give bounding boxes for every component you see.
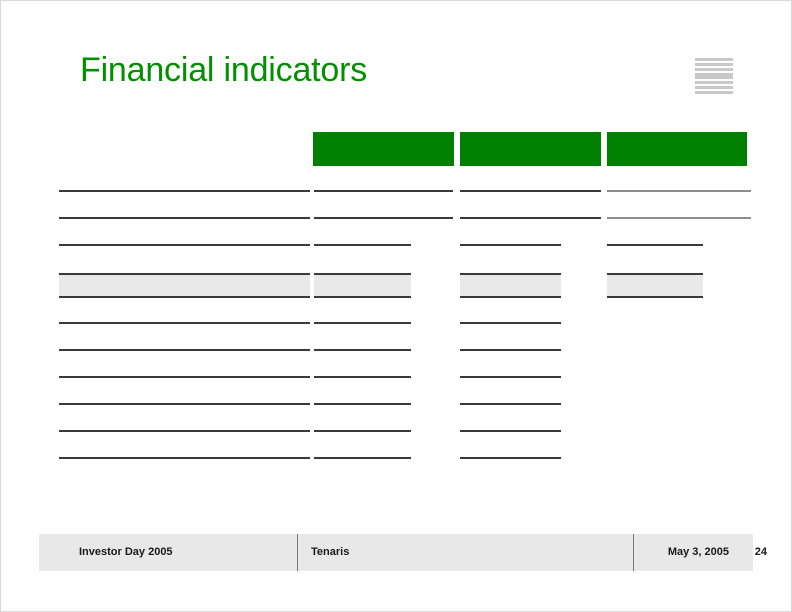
- row-5-rule-3: [460, 322, 561, 324]
- row-10-rule-3: [460, 457, 561, 459]
- footer-divider-1: [297, 534, 298, 571]
- slide-footer: Investor Day 2005 Tenaris May 3, 2005 24: [39, 534, 767, 571]
- row-2-rule-3: [460, 217, 601, 219]
- row-5-rule-2: [314, 322, 411, 324]
- row-3-rule-2: [314, 244, 411, 246]
- row-8-rule-3: [460, 403, 561, 405]
- row-9-rule-2: [314, 430, 411, 432]
- row-7-rule-1: [59, 376, 310, 378]
- row-2-rule-2: [314, 217, 453, 219]
- footer-date-label: May 3, 2005: [667, 546, 729, 558]
- row-10-rule-2: [314, 457, 411, 459]
- row-9-rule-3: [460, 430, 561, 432]
- row-2-rule-1: [59, 217, 310, 219]
- table-header-bar-1: [313, 132, 454, 166]
- row-1-rule-3: [460, 190, 601, 192]
- footer-company-label: Tenaris: [311, 546, 350, 558]
- row-7-rule-3: [460, 376, 561, 378]
- row-1-rule-1: [59, 190, 310, 192]
- row-6-rule-3: [460, 349, 561, 351]
- row-9-rule-1: [59, 430, 310, 432]
- row-3-rule-4: [607, 244, 703, 246]
- table-header-bar-2: [460, 132, 601, 166]
- row-5-rule-1: [59, 322, 310, 324]
- financial-indicators-table: [1, 1, 791, 611]
- row-8-rule-1: [59, 403, 310, 405]
- row-4-highlight-cell-4: [607, 273, 703, 298]
- footer-page-number: 24: [754, 546, 767, 558]
- row-7-rule-2: [314, 376, 411, 378]
- row-10-rule-1: [59, 457, 310, 459]
- table-header-bar-3: [607, 132, 747, 166]
- row-2-rule-4: [607, 217, 751, 219]
- row-1-rule-2: [314, 190, 453, 192]
- row-3-rule-3: [460, 244, 561, 246]
- row-4-highlight-cell-2: [314, 273, 411, 298]
- slide-canvas: Financial indicators Investor Day 2005 T…: [0, 0, 792, 612]
- footer-divider-2: [633, 534, 634, 571]
- row-6-rule-1: [59, 349, 310, 351]
- footer-event-label: Investor Day 2005: [79, 546, 173, 558]
- row-6-rule-2: [314, 349, 411, 351]
- row-3-rule-1: [59, 244, 310, 246]
- row-4-highlight-cell-3: [460, 273, 561, 298]
- row-4-highlight-cell-1: [59, 273, 310, 298]
- row-8-rule-2: [314, 403, 411, 405]
- row-1-rule-4: [607, 190, 751, 192]
